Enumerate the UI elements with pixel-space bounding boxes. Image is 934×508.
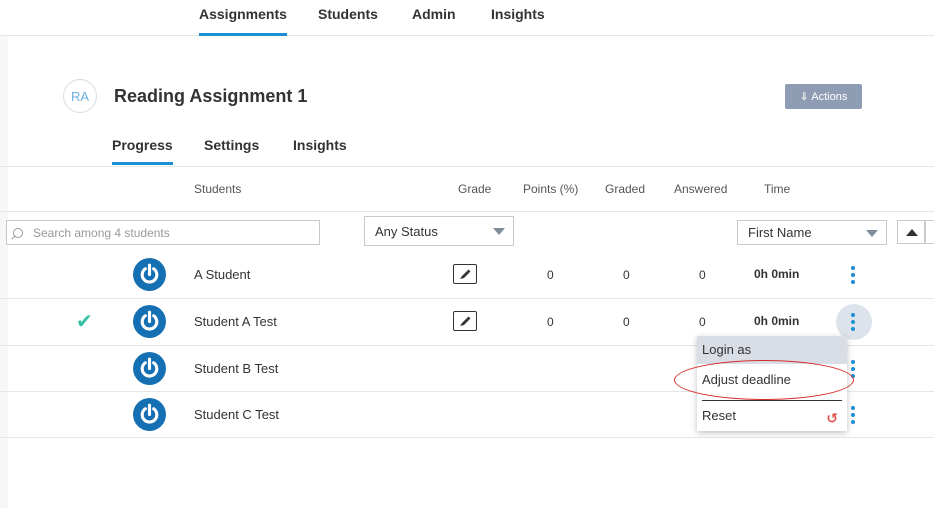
sort-select[interactable]: First Name <box>737 220 887 245</box>
student-name[interactable]: Student A Test <box>194 314 277 329</box>
column-header-time[interactable]: Time <box>764 182 790 196</box>
power-icon <box>133 258 166 291</box>
nav-tab-admin[interactable]: Admin <box>412 6 456 22</box>
search-input[interactable] <box>33 225 303 240</box>
actions-button[interactable]: ⇓ Actions <box>785 84 862 109</box>
annotation-ellipse <box>674 360 854 400</box>
points-value: 0 <box>547 315 554 329</box>
top-navigation: Assignments Students Admin Insights <box>0 0 934 36</box>
search-box <box>6 220 320 245</box>
vertical-dots-icon[interactable] <box>848 406 858 426</box>
assignment-avatar: RA <box>63 79 97 113</box>
nav-tab-insights[interactable]: Insights <box>491 6 545 22</box>
graded-value: 0 <box>623 315 630 329</box>
column-header-answered[interactable]: Answered <box>674 182 727 196</box>
answered-value: 0 <box>699 315 706 329</box>
column-header-graded[interactable]: Graded <box>605 182 645 196</box>
sort-ascending-button[interactable] <box>897 220 925 244</box>
vertical-dots-icon[interactable] <box>848 313 858 333</box>
status-select-value: Any Status <box>375 223 438 239</box>
student-name[interactable]: Student C Test <box>194 407 279 422</box>
sort-descending-button[interactable] <box>925 220 934 244</box>
power-icon <box>133 398 166 431</box>
points-value: 0 <box>547 268 554 282</box>
time-value: 0h 0min <box>754 314 800 328</box>
time-value: 0h 0min <box>754 267 800 281</box>
arrow-up-icon <box>906 229 918 236</box>
power-icon <box>133 352 166 385</box>
graded-value: 0 <box>623 268 630 282</box>
chevron-down-icon <box>866 230 878 237</box>
nav-tab-assignments[interactable]: Assignments <box>199 6 287 36</box>
nav-tab-students[interactable]: Students <box>318 6 378 22</box>
divider <box>0 211 934 212</box>
menu-divider <box>702 400 842 401</box>
student-name[interactable]: Student B Test <box>194 361 278 376</box>
vertical-dots-icon[interactable] <box>848 266 858 286</box>
power-icon <box>133 305 166 338</box>
chevron-down-icon <box>493 228 505 235</box>
table-row: A Student 0 0 0 0h 0min <box>0 252 934 299</box>
check-icon: ✔ <box>76 311 93 333</box>
undo-icon: ↺ <box>826 410 838 426</box>
menu-item-reset-label: Reset <box>702 408 736 423</box>
status-select[interactable]: Any Status <box>364 216 514 246</box>
search-icon <box>13 227 23 238</box>
answered-value: 0 <box>699 268 706 282</box>
pen-icon[interactable] <box>453 311 477 331</box>
sort-select-value: First Name <box>748 225 812 240</box>
tab-settings[interactable]: Settings <box>204 137 259 153</box>
assignment-title: Reading Assignment 1 <box>114 86 308 106</box>
tab-progress[interactable]: Progress <box>112 137 173 165</box>
pen-icon[interactable] <box>453 264 477 284</box>
menu-item-reset[interactable]: Reset ↺ <box>697 404 847 428</box>
student-name[interactable]: A Student <box>194 267 250 282</box>
column-header-grade[interactable]: Grade <box>458 182 491 196</box>
tab-insights[interactable]: Insights <box>293 137 347 153</box>
column-header-points[interactable]: Points (%) <box>523 182 578 196</box>
divider <box>0 166 934 167</box>
column-header-students[interactable]: Students <box>194 182 241 196</box>
